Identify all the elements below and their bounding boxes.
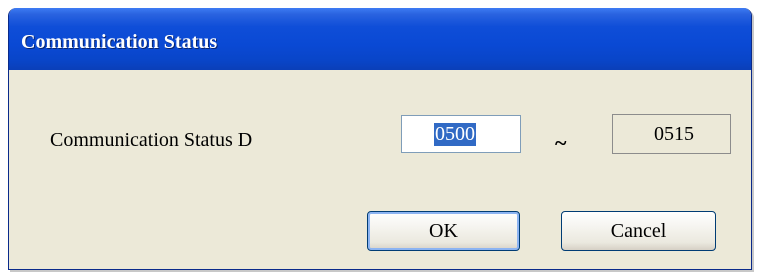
start-address-value: 0500 xyxy=(434,123,476,146)
cancel-button[interactable]: Cancel xyxy=(561,211,716,251)
range-separator: ~ xyxy=(555,130,567,155)
dialog-body: Communication Status D 0500 ~ 0515 OK Ca… xyxy=(9,70,751,269)
ok-button[interactable]: OK xyxy=(367,211,520,251)
start-address-input[interactable]: 0500 xyxy=(401,115,521,153)
end-address-display: 0515 xyxy=(612,114,731,154)
field-label: Communication Status D xyxy=(50,129,253,151)
dialog-title: Communication Status xyxy=(21,31,218,53)
communication-status-dialog: Communication Status Communication Statu… xyxy=(8,8,752,270)
end-address-value: 0515 xyxy=(654,123,694,145)
title-bar[interactable]: Communication Status xyxy=(9,8,751,71)
